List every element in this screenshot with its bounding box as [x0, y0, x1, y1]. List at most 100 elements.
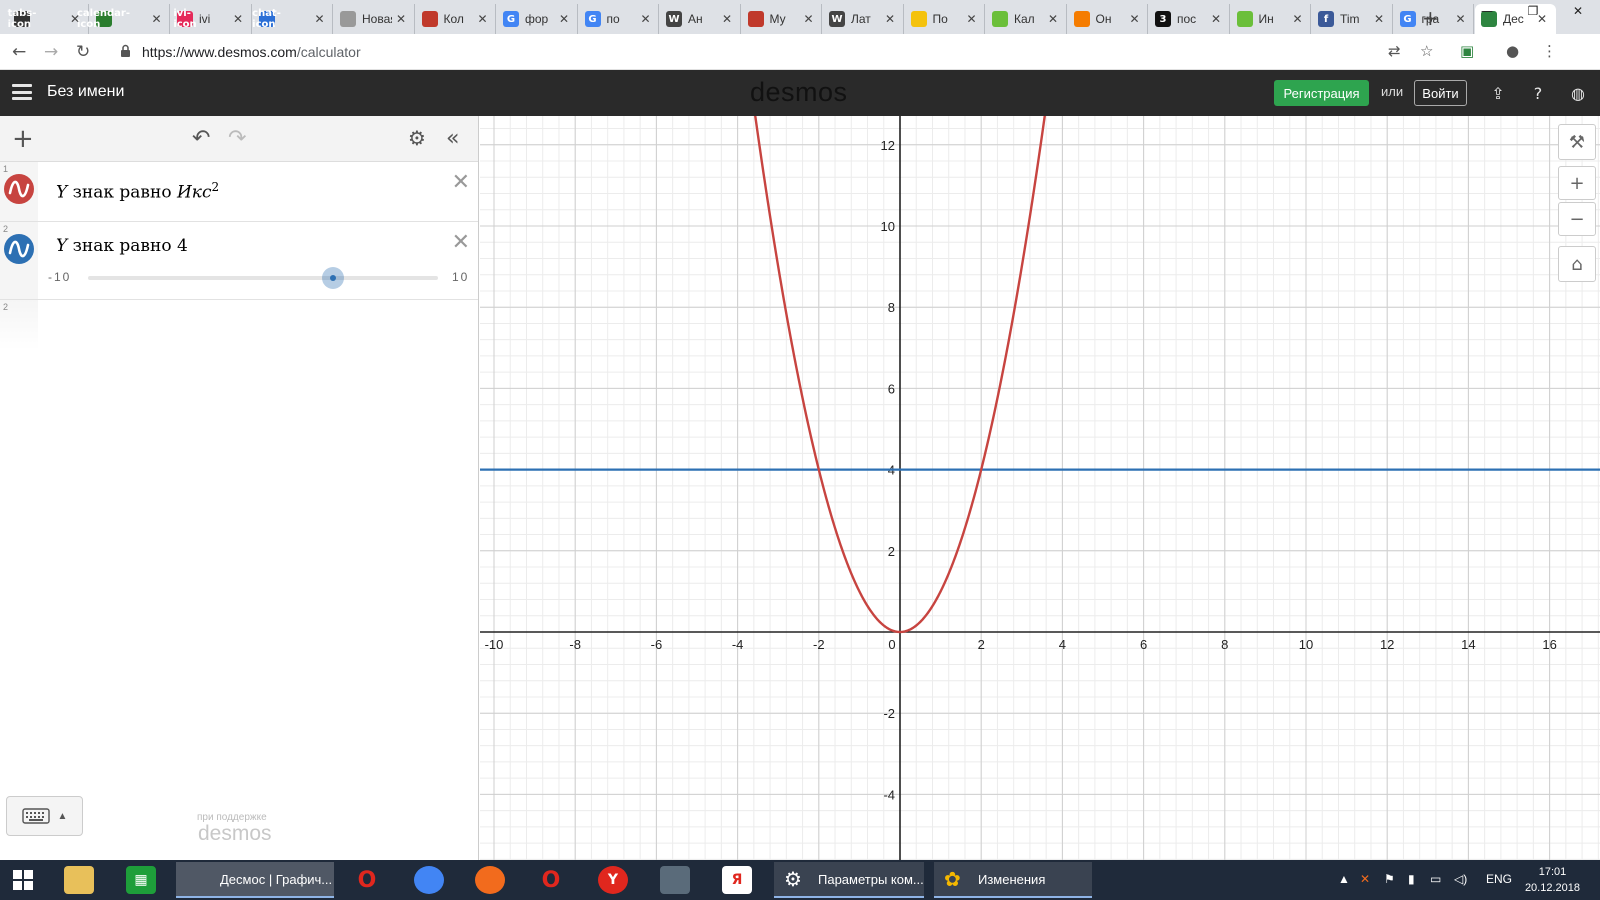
- tray-app-icon[interactable]: ✕: [1360, 872, 1370, 886]
- browser-tab[interactable]: Gфор ✕: [497, 4, 578, 34]
- browser-tab[interactable]: Gпо ✕: [579, 4, 659, 34]
- tab-close-icon[interactable]: ✕: [233, 12, 243, 26]
- yandex-icon[interactable]: Я: [722, 866, 752, 894]
- profile-icon[interactable]: ●: [1506, 42, 1519, 60]
- browser-tab[interactable]: Кол ✕: [416, 4, 496, 34]
- tab-close-icon[interactable]: ✕: [1048, 12, 1058, 26]
- delete-expression-icon[interactable]: ✕: [452, 170, 470, 195]
- zoom-in-icon[interactable]: +: [1558, 166, 1596, 200]
- media-player-icon[interactable]: [475, 866, 505, 894]
- tab-close-icon[interactable]: ✕: [641, 12, 651, 26]
- store-icon[interactable]: ▦: [126, 866, 156, 894]
- redo-icon[interactable]: ↷: [228, 126, 246, 151]
- collapse-panel-icon[interactable]: «: [446, 126, 459, 151]
- graph-visibility-icon[interactable]: [4, 174, 34, 204]
- tab-close-icon[interactable]: ✕: [478, 12, 488, 26]
- browser-tab[interactable]: Кал ✕: [986, 4, 1067, 34]
- windows-start-icon[interactable]: [8, 866, 38, 894]
- file-explorer-icon[interactable]: [64, 866, 94, 894]
- browser-tab[interactable]: f Tim ✕: [1312, 4, 1393, 34]
- signup-button[interactable]: Регистрация: [1274, 80, 1369, 106]
- graph-paper[interactable]: -10-8-6-4-2024681012141612108642-2-4: [480, 116, 1600, 860]
- graph-visibility-icon[interactable]: [4, 234, 34, 264]
- add-item-icon[interactable]: +: [12, 124, 34, 154]
- share-icon[interactable]: ⇪: [1487, 82, 1509, 104]
- help-icon[interactable]: ?: [1527, 82, 1549, 104]
- input-language[interactable]: ENG: [1486, 872, 1512, 886]
- browser-tab[interactable]: Ин ✕: [1231, 4, 1311, 34]
- browser-tab[interactable]: Му ✕: [742, 4, 822, 34]
- graph-title[interactable]: Без имени: [47, 83, 124, 101]
- maximize-icon[interactable]: ❐: [1510, 0, 1556, 22]
- yandex-browser-icon[interactable]: Y: [598, 866, 628, 894]
- browser-tab[interactable]: W Лат ✕: [823, 4, 904, 34]
- browser-tab[interactable]: calendar-icon ✕: [77, 4, 170, 34]
- graph-settings-wrench-icon[interactable]: ⚒: [1558, 124, 1596, 160]
- undo-icon[interactable]: ↶: [192, 126, 210, 151]
- browser-tab[interactable]: 3 пос ✕: [1149, 4, 1230, 34]
- login-button[interactable]: Войти: [1414, 80, 1467, 106]
- tab-close-icon[interactable]: ✕: [1374, 12, 1384, 26]
- tab-close-icon[interactable]: ✕: [315, 12, 325, 26]
- bookmark-star-icon[interactable]: ☆: [1420, 42, 1433, 60]
- taskbar-app-desmos[interactable]: Десмос | Графич...: [176, 862, 334, 898]
- tab-close-icon[interactable]: ✕: [722, 12, 732, 26]
- expression-math[interactable]: Y знак равно 4: [56, 236, 188, 256]
- chrome-icon[interactable]: [414, 866, 444, 894]
- tab-close-icon[interactable]: ✕: [559, 12, 569, 26]
- language-globe-icon[interactable]: ◍: [1567, 82, 1589, 104]
- tab-close-icon[interactable]: ✕: [967, 12, 977, 26]
- forward-icon[interactable]: →: [44, 42, 58, 62]
- browser-tab[interactable]: W Ан ✕: [660, 4, 741, 34]
- browser-tab[interactable]: chat-icon ✕: [252, 4, 333, 34]
- browser-menu-icon[interactable]: ⋮: [1542, 42, 1557, 60]
- battery-icon[interactable]: ▭: [1430, 872, 1441, 886]
- tab-close-icon[interactable]: ✕: [152, 12, 162, 26]
- minimize-icon[interactable]: —: [1464, 0, 1510, 22]
- slider-thumb[interactable]: [322, 267, 344, 289]
- clock[interactable]: 17:01 20.12.2018: [1525, 864, 1580, 896]
- opera-icon[interactable]: O: [352, 866, 382, 894]
- taskbar-app-changes[interactable]: ✿ Изменения: [934, 862, 1092, 898]
- expression-row[interactable]: 2 Y знак равно 4 ✕ -10 10: [0, 222, 478, 300]
- opera-browser-icon[interactable]: O: [536, 866, 566, 894]
- slider-max[interactable]: 10: [452, 270, 469, 284]
- keypad-toggle-button[interactable]: ▲: [6, 796, 83, 836]
- back-icon[interactable]: ←: [12, 42, 26, 62]
- clock-date: 20.12.2018: [1524, 882, 1580, 894]
- url-field[interactable]: https://www.desmos.com/calculator: [142, 44, 361, 60]
- zoom-out-icon[interactable]: −: [1558, 202, 1596, 236]
- tab-close-icon[interactable]: ✕: [1293, 12, 1303, 26]
- translate-icon[interactable]: ⇄: [1388, 42, 1401, 60]
- new-expression-row[interactable]: 2: [0, 300, 478, 350]
- browser-tab[interactable]: Новая в ✕: [334, 4, 415, 34]
- expression-row[interactable]: 1 Y знак равно Икс2 ✕: [0, 162, 478, 222]
- tab-close-icon[interactable]: ✕: [885, 12, 895, 26]
- tab-close-icon[interactable]: ✕: [804, 12, 814, 26]
- default-view-home-icon[interactable]: ⌂: [1558, 246, 1596, 282]
- close-window-icon[interactable]: ✕: [1556, 0, 1600, 22]
- tab-favicon-icon: [1236, 11, 1253, 27]
- game-icon[interactable]: [660, 866, 690, 894]
- tab-close-icon[interactable]: ✕: [1130, 12, 1140, 26]
- tray-expand-icon[interactable]: ▲: [1338, 872, 1350, 886]
- browser-tab[interactable]: По ✕: [905, 4, 985, 34]
- tab-close-icon[interactable]: ✕: [1211, 12, 1221, 26]
- menu-icon[interactable]: [12, 84, 32, 100]
- extension-icon[interactable]: ▣: [1460, 42, 1474, 60]
- taskbar-app-settings[interactable]: ⚙ Параметры ком...: [774, 862, 924, 898]
- new-tab-button[interactable]: +: [1422, 6, 1439, 30]
- network-icon[interactable]: ▮: [1408, 872, 1415, 886]
- slider-track[interactable]: [88, 276, 438, 280]
- reload-icon[interactable]: ↻: [76, 42, 90, 62]
- graph-canvas[interactable]: -10-8-6-4-2024681012141612108642-2-4: [480, 116, 1600, 860]
- tray-flag-icon[interactable]: ⚑: [1384, 872, 1395, 886]
- browser-tab[interactable]: Он ✕: [1068, 4, 1148, 34]
- settings-gear-icon[interactable]: ⚙: [408, 126, 426, 150]
- tab-close-icon[interactable]: ✕: [396, 12, 406, 26]
- delete-expression-icon[interactable]: ✕: [452, 230, 470, 255]
- expression-math[interactable]: Y знак равно Икс2: [56, 180, 219, 203]
- volume-icon[interactable]: ◁): [1454, 872, 1467, 886]
- browser-tab[interactable]: ivi-icon ivi ✕: [171, 4, 252, 34]
- slider-min[interactable]: -10: [48, 270, 71, 284]
